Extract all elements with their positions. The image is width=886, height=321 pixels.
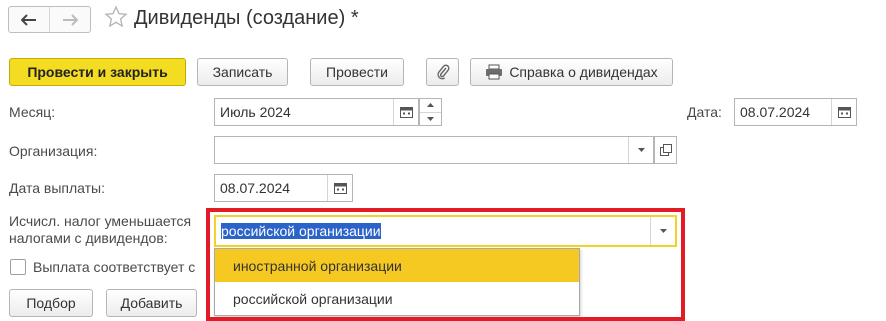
spin-down-icon[interactable] — [420, 111, 441, 126]
favorite-star-icon[interactable] — [104, 5, 128, 32]
open-icon — [659, 144, 672, 156]
tax-reduce-label-line1: Исчисл. налог уменьшается — [9, 213, 192, 229]
forward-button[interactable] — [49, 7, 90, 32]
dropdown-option[interactable]: российской организации — [215, 282, 579, 315]
post-button[interactable]: Провести — [310, 58, 404, 86]
pay-date-label: Дата выплаты: — [9, 180, 105, 196]
tax-reduce-value: российской организации — [221, 223, 381, 239]
page-title: Дивиденды (создание) * — [134, 7, 359, 29]
paperclip-icon — [436, 64, 449, 80]
organization-label: Организация: — [9, 143, 98, 159]
post-and-close-button[interactable]: Провести и закрыть — [9, 58, 186, 86]
pay-date-value: 08.07.2024 — [220, 180, 291, 196]
organization-field[interactable] — [214, 136, 654, 164]
attach-button[interactable] — [426, 58, 459, 86]
dividend-report-label: Справка о дивидендах — [509, 64, 658, 80]
payment-checkbox-label: Выплата соответствует с — [33, 259, 196, 275]
add-button[interactable]: Добавить — [106, 289, 197, 317]
arrow-left-icon — [21, 13, 36, 26]
month-spinner[interactable] — [419, 98, 442, 126]
open-organization-button[interactable] — [654, 136, 677, 164]
calendar-icon[interactable] — [393, 99, 418, 125]
save-button[interactable]: Записать — [197, 58, 288, 86]
spin-up-icon[interactable] — [420, 99, 441, 112]
arrow-right-icon — [63, 13, 78, 26]
select-button[interactable]: Подбор — [9, 289, 93, 317]
chevron-down-icon[interactable] — [628, 137, 653, 163]
back-button[interactable] — [9, 7, 49, 32]
tax-reduce-label-line2: налогами с дивидендов: — [9, 230, 168, 246]
tax-reduce-dropdown: иностранной организации российской орган… — [214, 248, 580, 316]
payment-checkbox[interactable] — [10, 259, 26, 275]
month-label: Месяц: — [9, 104, 56, 120]
date-label: Дата: — [687, 104, 722, 120]
calendar-icon[interactable] — [327, 175, 352, 201]
calendar-icon[interactable] — [831, 99, 856, 125]
date-value: 08.07.2024 — [740, 104, 811, 120]
month-value: Июль 2024 — [220, 104, 291, 120]
month-field[interactable]: Июль 2024 — [214, 98, 419, 126]
chevron-down-icon[interactable] — [650, 217, 675, 245]
pay-date-field[interactable]: 08.07.2024 — [214, 174, 353, 202]
printer-icon — [486, 64, 503, 80]
tax-reduce-select[interactable]: российской организации — [214, 215, 677, 247]
date-field[interactable]: 08.07.2024 — [734, 98, 857, 126]
dividend-report-button[interactable]: Справка о дивидендах — [470, 58, 673, 86]
navigation-buttons — [8, 6, 91, 33]
dropdown-option[interactable]: иностранной организации — [215, 249, 579, 282]
